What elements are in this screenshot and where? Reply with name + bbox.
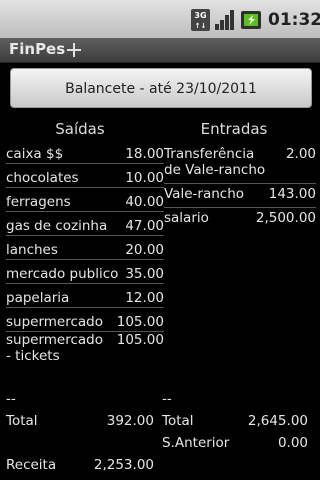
- list-item[interactable]: papelaria 12.00: [6, 290, 164, 308]
- entradas-total-row: Total 2,645.00: [162, 413, 308, 429]
- s-anterior-label: S.Anterior: [162, 435, 230, 451]
- saidas-header: Saídas: [55, 120, 105, 138]
- item-label: chocolates: [6, 170, 79, 186]
- total-value: 392.00: [106, 413, 154, 429]
- list-item[interactable]: caixa $$ 18.00: [6, 146, 164, 164]
- item-value: 105.00: [116, 314, 164, 330]
- total-value: 2,645.00: [247, 413, 308, 429]
- battery-icon: [241, 11, 261, 29]
- item-label: papelaria: [6, 290, 70, 306]
- item-value: 2.00: [285, 146, 316, 162]
- item-value: 18.00: [125, 146, 164, 162]
- item-label: lanches: [6, 242, 58, 258]
- total-label: Total: [6, 413, 38, 429]
- app-title: FinPes: [9, 40, 66, 58]
- total-label: Total: [162, 413, 194, 429]
- clock: 01:32: [268, 10, 320, 30]
- receita-value: 2,253.00: [93, 457, 154, 473]
- entradas-header: Entradas: [200, 120, 268, 138]
- item-label: Vale-rancho: [164, 186, 245, 202]
- s-anterior-value: 0.00: [277, 435, 308, 451]
- 3g-label: 3G: [194, 11, 207, 20]
- item-value: 10.00: [125, 170, 164, 186]
- item-value: 12.00: [125, 290, 164, 306]
- 3g-icon: 3G ↑↓: [191, 9, 210, 31]
- list-item[interactable]: supermercado 105.00: [6, 314, 164, 332]
- title-bar: FinPes: [0, 38, 320, 63]
- status-bar: 3G ↑↓ 01:32: [0, 0, 320, 39]
- balance-button[interactable]: Balancete - até 23/10/2011: [10, 68, 312, 108]
- saidas-total-row: Total 392.00: [6, 413, 154, 429]
- list-item[interactable]: supermercado - tickets 105.00: [6, 332, 164, 370]
- plus-icon[interactable]: [66, 42, 82, 58]
- list-item[interactable]: ferragens 40.00: [6, 194, 164, 212]
- item-label: ferragens: [6, 194, 71, 210]
- item-value: 2,500.00: [255, 210, 316, 226]
- list-item[interactable]: gas de cozinha 47.00: [6, 218, 164, 236]
- item-value: 105.00: [116, 332, 164, 348]
- left-separator: --: [6, 391, 16, 407]
- item-label: caixa $$: [6, 146, 64, 162]
- right-separator: --: [162, 391, 172, 407]
- item-value: 143.00: [268, 186, 316, 202]
- list-item[interactable]: lanches 20.00: [6, 242, 164, 260]
- item-label: gas de cozinha: [6, 218, 108, 234]
- list-item[interactable]: salario 2,500.00: [164, 210, 316, 230]
- item-value: 40.00: [125, 194, 164, 210]
- list-item[interactable]: mercado publico 35.00: [6, 266, 164, 284]
- s-anterior-row: S.Anterior 0.00: [162, 435, 308, 451]
- receita-row: Receita 2,253.00: [6, 457, 154, 473]
- item-label: supermercado: [6, 314, 104, 330]
- list-item[interactable]: chocolates 10.00: [6, 170, 164, 188]
- item-value: 35.00: [125, 266, 164, 282]
- item-label: salario: [164, 210, 209, 226]
- item-label: mercado publico: [6, 266, 119, 282]
- item-value: 20.00: [125, 242, 164, 258]
- item-value: 47.00: [125, 218, 164, 234]
- list-item[interactable]: Transferência de Vale-rancho 2.00: [164, 146, 316, 184]
- item-label: supermercado - tickets: [6, 332, 104, 364]
- receita-label: Receita: [6, 457, 57, 473]
- item-label: Transferência de Vale-rancho: [164, 146, 266, 178]
- signal-icon: [215, 10, 234, 30]
- list-item[interactable]: Vale-rancho 143.00: [164, 186, 316, 208]
